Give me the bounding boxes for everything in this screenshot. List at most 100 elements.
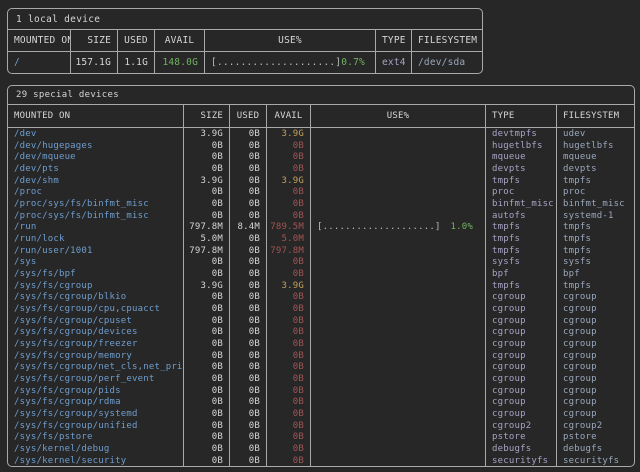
type-cell: bpf <box>486 268 557 280</box>
table-row: /sys/fs/cgroup/memory0B0B0Bcgroupcgroup <box>8 350 634 362</box>
avail-cell: 0B <box>267 443 311 455</box>
mount-point-cell: /proc/sys/fs/binfmt_misc <box>8 210 184 222</box>
type-cell: hugetlbfs <box>486 140 557 152</box>
local-devices-title: 1 local device <box>8 9 482 30</box>
size-cell: 3.9G <box>184 175 230 187</box>
col-header-size: SIZE <box>71 30 118 51</box>
used-cell: 0B <box>230 373 267 385</box>
type-cell: cgroup <box>486 361 557 373</box>
col-header-avail: AVAIL <box>155 30 205 51</box>
used-cell: 0B <box>230 210 267 222</box>
avail-cell: 148.0G <box>155 52 205 73</box>
used-cell: 0B <box>230 315 267 327</box>
use-percent-cell <box>311 315 486 327</box>
size-cell: 5.0M <box>184 233 230 245</box>
avail-cell: 0B <box>267 163 311 175</box>
mount-point-cell: /dev/hugepages <box>8 140 184 152</box>
filesystem-cell: tmpfs <box>557 175 634 187</box>
col-header-use-percent: USE% <box>205 30 376 51</box>
use-percent-cell <box>311 303 486 315</box>
mount-point-cell: /sys/fs/cgroup <box>8 280 184 292</box>
type-cell: devpts <box>486 163 557 175</box>
avail-cell: 0B <box>267 431 311 443</box>
used-cell: 0B <box>230 245 267 257</box>
used-cell: 0B <box>230 163 267 175</box>
used-cell: 0B <box>230 140 267 152</box>
avail-cell: 3.9G <box>267 128 311 140</box>
table-row: /sys/fs/cgroup/devices0B0B0Bcgroupcgroup <box>8 326 634 338</box>
size-cell: 0B <box>184 315 230 327</box>
avail-cell: 0B <box>267 268 311 280</box>
filesystem-cell: mqueue <box>557 151 634 163</box>
use-percent-cell <box>311 268 486 280</box>
mount-point-cell: /sys/fs/cgroup/perf_event <box>8 373 184 385</box>
avail-cell: 0B <box>267 198 311 210</box>
used-cell: 0B <box>230 431 267 443</box>
used-cell: 0B <box>230 268 267 280</box>
usage-percent: 0.7% <box>341 57 365 68</box>
filesystem-cell: cgroup <box>557 350 634 362</box>
table-row: /sys/fs/cgroup/blkio0B0B0Bcgroupcgroup <box>8 291 634 303</box>
use-percent-cell <box>311 291 486 303</box>
avail-cell: 0B <box>267 186 311 198</box>
table-row: /run797.8M8.4M789.5M[...................… <box>8 221 634 233</box>
col-header-used: USED <box>118 30 155 51</box>
size-cell: 0B <box>184 373 230 385</box>
size-cell: 0B <box>184 163 230 175</box>
usage-percent: 1.0% <box>451 222 473 232</box>
use-percent-cell <box>311 175 486 187</box>
filesystem-cell: devpts <box>557 163 634 175</box>
mount-point-cell: /dev/pts <box>8 163 184 175</box>
avail-cell: 0B <box>267 385 311 397</box>
mount-point-cell: /sys/fs/cgroup/cpuset <box>8 315 184 327</box>
use-percent-cell <box>311 431 486 443</box>
filesystem-cell: cgroup <box>557 338 634 350</box>
filesystem-cell: systemd-1 <box>557 210 634 222</box>
used-cell: 0B <box>230 350 267 362</box>
avail-cell: 0B <box>267 396 311 408</box>
col-header-type: TYPE <box>486 105 557 127</box>
mount-point-cell: /sys/kernel/debug <box>8 443 184 455</box>
col-header-type: TYPE <box>376 30 412 51</box>
mount-point-cell: /sys/fs/cgroup/blkio <box>8 291 184 303</box>
use-percent-cell <box>311 373 486 385</box>
size-cell: 3.9G <box>184 280 230 292</box>
use-percent-cell <box>311 350 486 362</box>
table-row: /dev3.9G0B3.9Gdevtmpfsudev <box>8 128 634 140</box>
filesystem-cell: tmpfs <box>557 233 634 245</box>
avail-cell: 0B <box>267 210 311 222</box>
type-cell: cgroup <box>486 338 557 350</box>
type-cell: binfmt_misc <box>486 198 557 210</box>
use-percent-cell <box>311 163 486 175</box>
mount-point-cell: /sys/fs/cgroup/memory <box>8 350 184 362</box>
mount-point-cell: /run <box>8 221 184 233</box>
table-row: /sys/fs/cgroup/unified0B0B0Bcgroup2cgrou… <box>8 420 634 432</box>
avail-cell: 5.0M <box>267 233 311 245</box>
filesystem-cell: pstore <box>557 431 634 443</box>
size-cell: 0B <box>184 361 230 373</box>
use-percent-cell <box>311 443 486 455</box>
use-percent-cell <box>311 198 486 210</box>
table-row: /sys/fs/cgroup/cpu,cpuacct0B0B0Bcgroupcg… <box>8 303 634 315</box>
filesystem-cell: cgroup <box>557 291 634 303</box>
table-row: /dev/hugepages0B0B0Bhugetlbfshugetlbfs <box>8 140 634 152</box>
use-percent-cell <box>311 455 486 467</box>
table-row: /sys/fs/cgroup/net_cls,net_prio0B0B0Bcgr… <box>8 361 634 373</box>
filesystem-cell: cgroup2 <box>557 420 634 432</box>
local-devices-table: 1 local device MOUNTED ON SIZE USED AVAI… <box>7 8 483 74</box>
avail-cell: 0B <box>267 361 311 373</box>
table-row: /sys/kernel/debug0B0B0Bdebugfsdebugfs <box>8 443 634 455</box>
table-row: /proc/sys/fs/binfmt_misc0B0B0Bautofssyst… <box>8 210 634 222</box>
mount-point-cell: /sys/fs/cgroup/systemd <box>8 408 184 420</box>
used-cell: 0B <box>230 455 267 467</box>
size-cell: 0B <box>184 408 230 420</box>
avail-cell: 0B <box>267 455 311 467</box>
col-header-avail: AVAIL <box>267 105 311 127</box>
filesystem-cell: cgroup <box>557 326 634 338</box>
used-cell: 0B <box>230 291 267 303</box>
local-devices-body: /157.1G1.1G148.0G[....................]0… <box>8 52 482 73</box>
used-cell: 0B <box>230 175 267 187</box>
size-cell: 0B <box>184 385 230 397</box>
use-percent-cell <box>311 256 486 268</box>
table-row: /dev/mqueue0B0B0Bmqueuemqueue <box>8 151 634 163</box>
